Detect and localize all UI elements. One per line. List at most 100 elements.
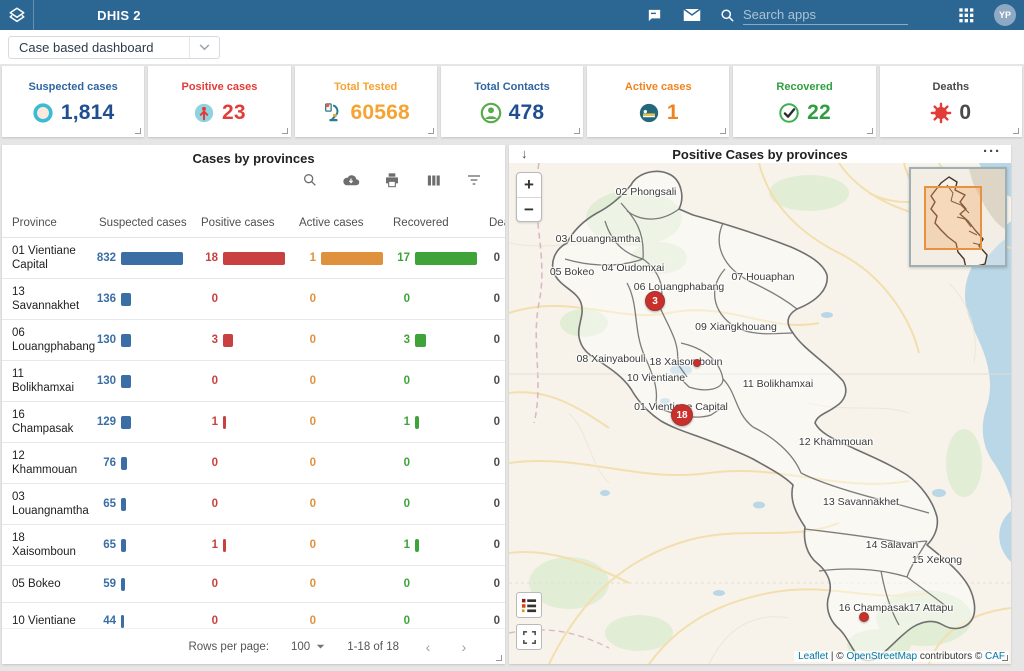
deaths-cell: 0 [480,416,505,428]
card-title: Total Tested [334,81,397,93]
suspected-bar [121,375,131,388]
patient-bed-icon [638,102,660,124]
card-recovered[interactable]: Recovered 22 [733,66,875,137]
prev-page-icon[interactable]: ‹ [421,639,435,655]
suspected-cell: 129 [90,416,192,429]
fullscreen-button[interactable] [516,624,542,650]
resize-handle[interactable] [720,128,726,134]
minimap-viewport[interactable] [925,187,981,249]
case-cluster-marker[interactable]: 3 [645,291,665,311]
positive-cell: 0 [192,457,290,469]
dashboard-selector[interactable]: Case based dashboard [8,36,220,59]
card-positive-cases[interactable]: Positive cases 23 [148,66,290,137]
chevron-down-icon [316,644,325,650]
province-cell: 01 Vientiane Capital [2,238,90,278]
resize-handle[interactable] [1013,128,1019,134]
active-cell: 0 [290,615,384,627]
col-header-suspected[interactable]: Suspected cases [90,217,192,229]
card-value: 1 [667,101,679,125]
table-row[interactable]: 11 Bolikhamxai 130 0 0 0 0 [2,361,505,402]
table-row[interactable]: 03 Louangnamtha 65 0 0 0 0 [2,484,505,525]
col-header-positive[interactable]: Positive cases [192,217,290,229]
table-search-icon[interactable] [301,171,319,189]
suspected-cell: 59 [90,578,192,591]
suspected-bar [121,457,127,470]
apps-grid-icon[interactable] [956,5,976,25]
case-dot-marker[interactable] [859,612,869,622]
rows-per-page-select[interactable]: 100 [291,641,325,653]
zoom-in-button[interactable]: + [517,173,541,197]
table-row[interactable]: 16 Champasak 129 1 0 1 0 [2,402,505,443]
col-header-deaths[interactable]: Deaths [480,217,505,229]
table-row[interactable]: 01 Vientiane Capital 832 18 1 17 0 [2,238,505,279]
active-cell: 0 [290,539,384,551]
table-row[interactable]: 06 Louangphabang 130 3 0 3 0 [2,320,505,361]
active-cell: 0 [290,293,384,305]
person-circle-icon [480,102,502,124]
resize-handle[interactable] [282,128,288,134]
table-toolbar [301,171,483,189]
card-value: 23 [222,101,246,125]
map-panel: ↓ Positive Cases by provinces ··· [509,145,1011,664]
col-header-recovered[interactable]: Recovered [384,217,480,229]
table-row[interactable]: 13 Savannakhet 136 0 0 0 0 [2,279,505,320]
table-title: Cases by provinces [2,145,505,166]
positive-bar [223,416,226,429]
columns-icon[interactable] [424,171,442,189]
arrow-down-icon[interactable]: ↓ [521,147,528,160]
resize-handle[interactable] [135,128,141,134]
dashboard-selector-value: Case based dashboard [9,40,189,55]
resize-handle[interactable] [574,128,580,134]
print-icon[interactable] [383,171,401,189]
suspected-bar [121,539,126,552]
more-options-icon[interactable]: ··· [983,143,1001,160]
col-header-province[interactable]: Province [2,217,90,229]
leaflet-map[interactable]: 02 Phongsali03 Louangnamtha05 Bokeo04 Ou… [509,163,1011,664]
card-total-tested[interactable]: Total Tested 60568 [295,66,437,137]
zoom-out-button[interactable]: − [517,197,541,221]
card-deaths[interactable]: Deaths 0 [880,66,1022,137]
filter-icon[interactable] [465,171,483,189]
recovered-cell: 1 [384,416,480,429]
card-active-cases[interactable]: Active cases 1 [587,66,729,137]
dhis2-logo[interactable] [0,0,34,30]
app-title: DHIS 2 [34,8,204,23]
province-cell: 05 Bokeo [2,571,90,597]
card-total-contacts[interactable]: Total Contacts 478 [441,66,583,137]
case-dot-marker[interactable] [693,359,701,367]
card-title: Positive cases [182,81,258,93]
messages-icon[interactable] [644,5,664,25]
suspected-cell: 65 [90,539,192,552]
card-value: 478 [509,101,545,125]
download-cloud-icon[interactable] [342,171,360,189]
recovered-cell: 0 [384,457,480,469]
table-row[interactable]: 18 Xaisomboun 65 1 0 1 0 [2,525,505,566]
search-apps-input[interactable] [743,5,908,25]
deaths-cell: 0 [480,578,505,590]
card-suspected-cases[interactable]: Suspected cases 1,814 [2,66,144,137]
positive-cell: 0 [192,293,290,305]
positive-bar [223,334,233,347]
resize-handle[interactable] [428,128,434,134]
positive-cell: 0 [192,498,290,510]
col-header-active[interactable]: Active cases [290,217,384,229]
next-page-icon[interactable]: › [457,639,471,655]
resize-handle[interactable] [1002,655,1008,661]
map-header: ↓ Positive Cases by provinces ··· [509,145,1011,163]
user-avatar[interactable]: YP [994,4,1016,26]
resize-handle[interactable] [496,655,502,661]
table-row[interactable]: 12 Khammouan 76 0 0 0 0 [2,443,505,484]
layers-legend-button[interactable] [516,592,542,618]
table-row[interactable]: 05 Bokeo 59 0 0 0 0 [2,566,505,603]
osm-link[interactable]: OpenStreetMap [846,651,917,662]
recovered-cell: 0 [384,615,480,627]
leaflet-link[interactable]: Leaflet [798,651,828,662]
active-cell: 0 [290,578,384,590]
resize-handle[interactable] [867,128,873,134]
active-cell: 1 [290,252,384,265]
case-cluster-marker[interactable]: 18 [671,404,693,426]
microscope-icon [322,102,344,124]
overview-minimap[interactable] [909,167,1007,267]
chevron-down-icon[interactable] [189,37,219,58]
mail-icon[interactable] [682,5,702,25]
